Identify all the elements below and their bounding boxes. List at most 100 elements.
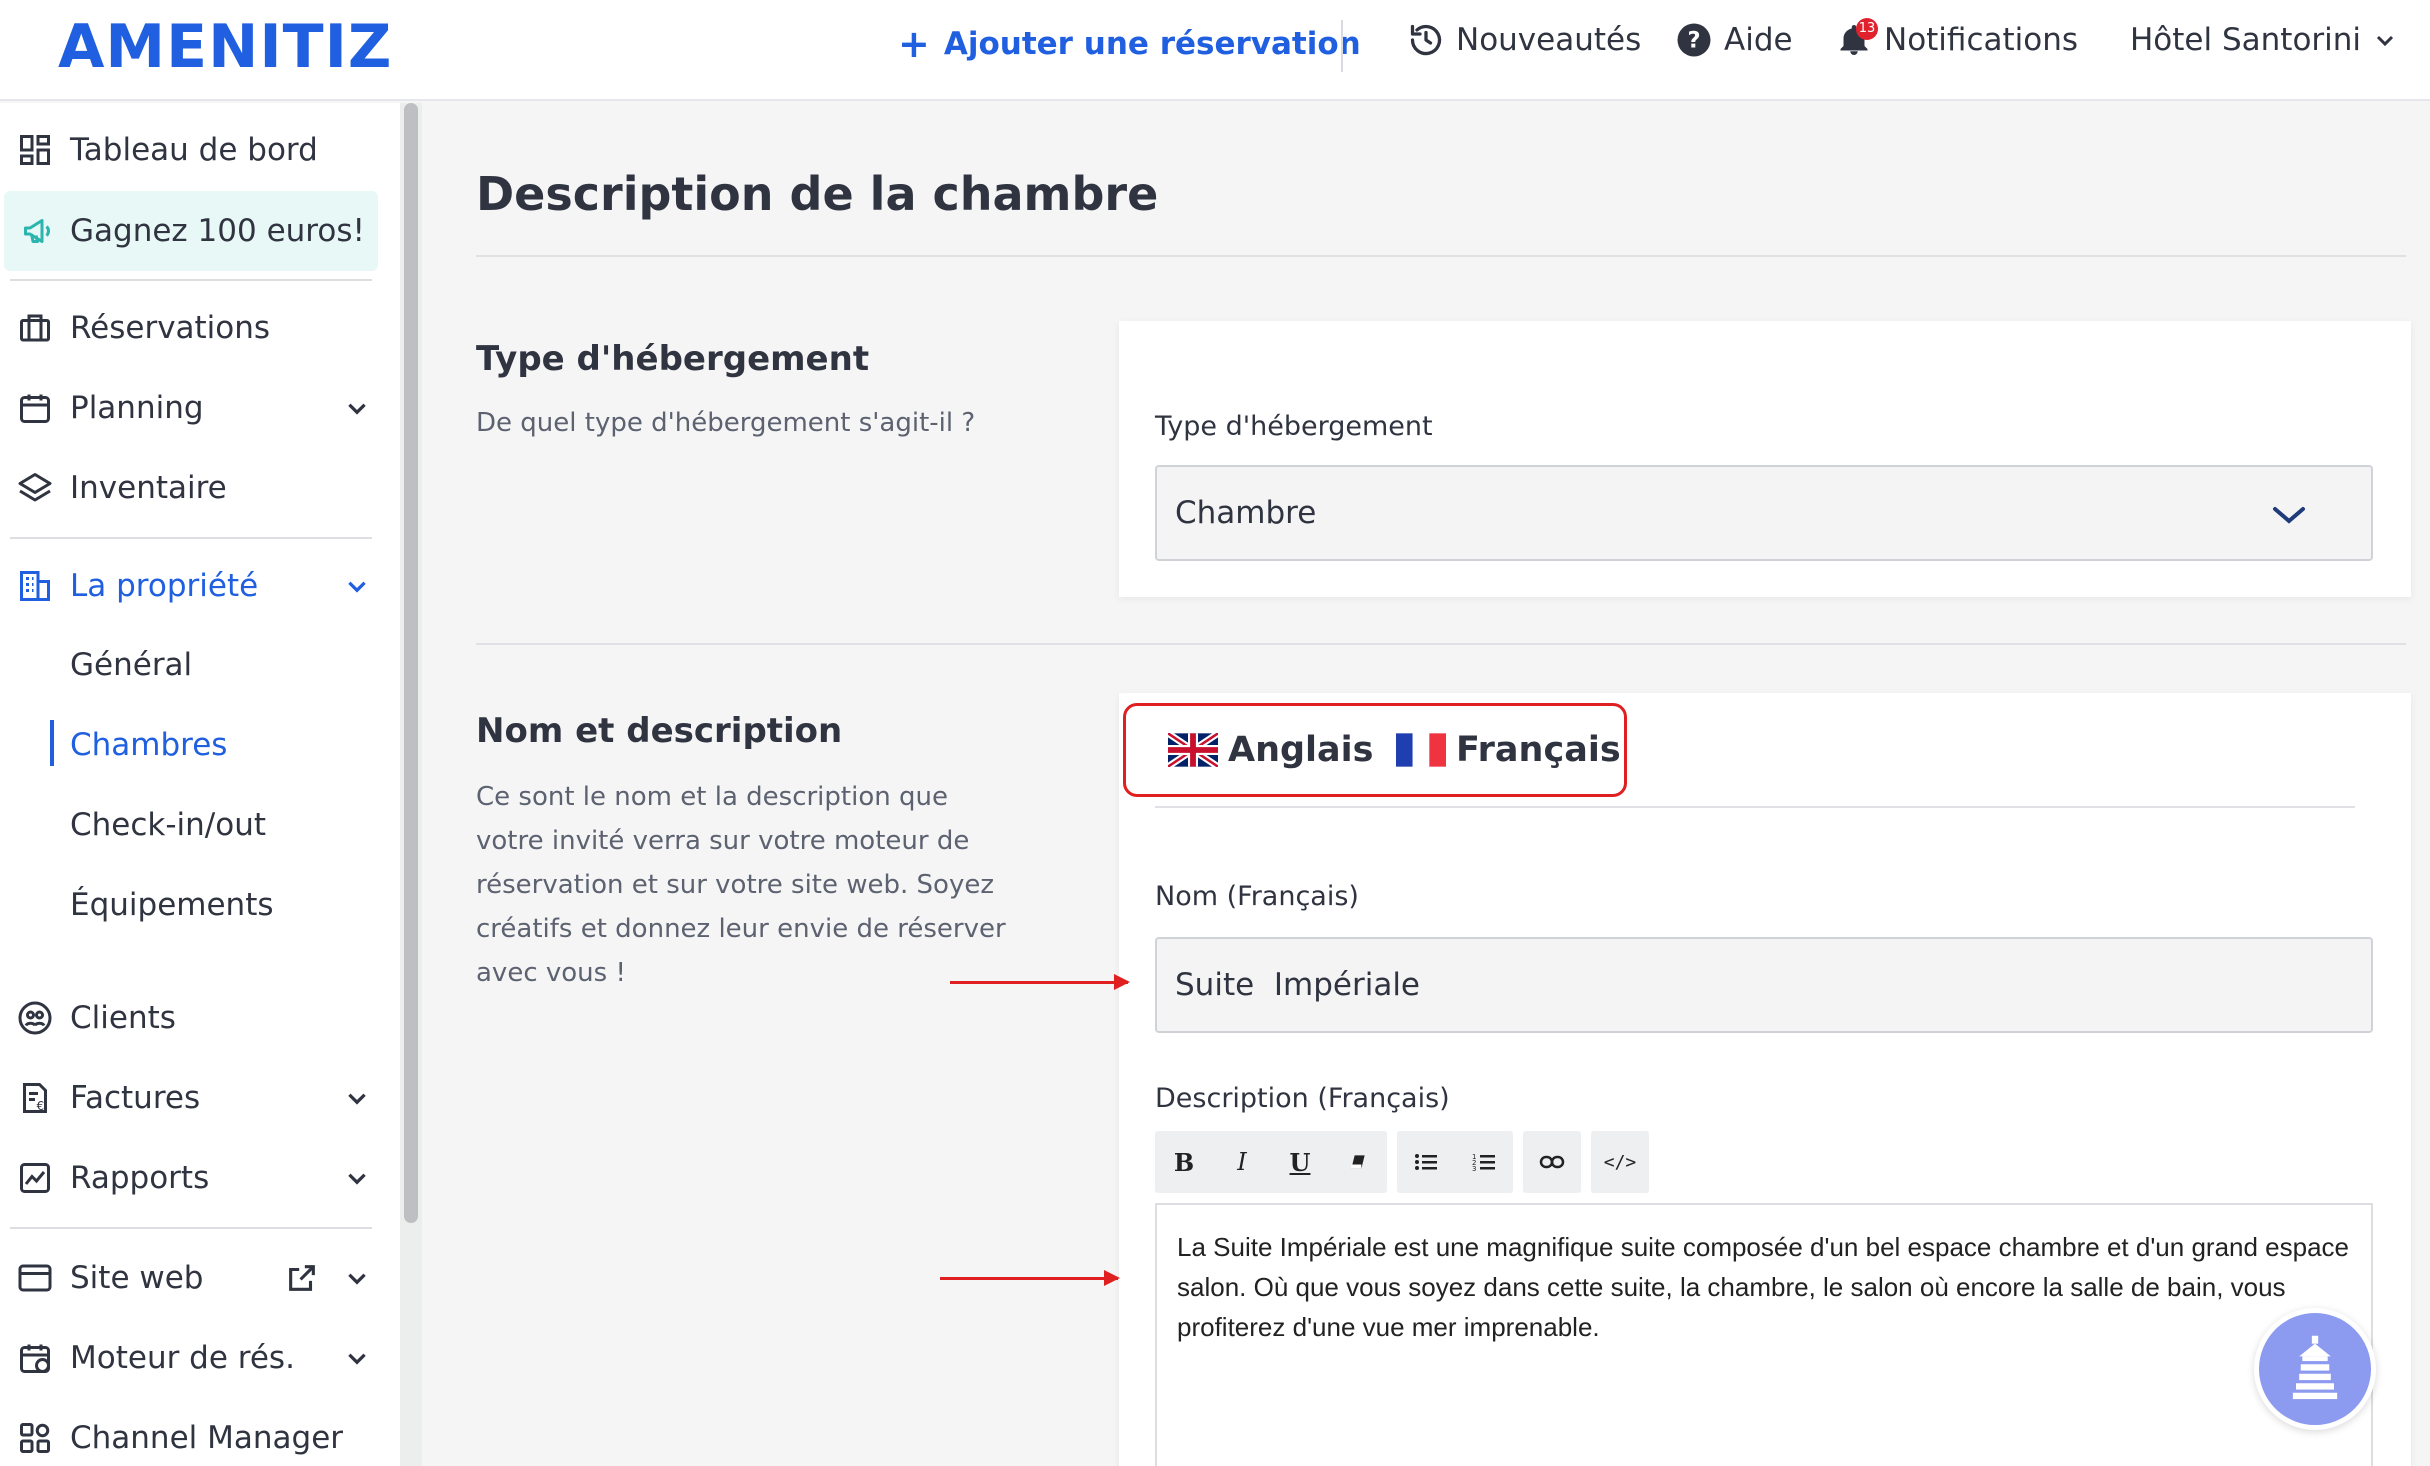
description-text: La Suite Impériale est une magnifique su… (1177, 1232, 2350, 1342)
sidebar-label-dashboard: Tableau de bord (70, 132, 318, 168)
underline-button[interactable]: U (1271, 1131, 1329, 1193)
numbered-list-icon: 123 (1472, 1153, 1495, 1172)
type-field-label: Type d'hébergement (1155, 411, 1433, 442)
chevron-down-icon (348, 1093, 366, 1105)
active-indicator (50, 720, 54, 766)
bold-button[interactable]: B (1155, 1131, 1213, 1193)
sidebar-label-channel-manager: Channel Manager (70, 1420, 344, 1456)
chevron-down-icon (2376, 35, 2394, 47)
sidebar-divider (10, 279, 372, 281)
header-divider (1341, 20, 1343, 72)
hotel-selector[interactable]: Hôtel Santorini (2130, 22, 2397, 58)
sidebar-item-invoices[interactable]: € Factures (0, 1061, 380, 1135)
code-group: </> (1591, 1131, 1649, 1193)
help-icon: ? (1677, 23, 1711, 57)
megaphone-icon (20, 212, 58, 250)
annotation-arrow-name (950, 974, 1130, 990)
sidebar-label-promo: Gagnez 100 euros! (70, 213, 365, 249)
history-icon (1410, 24, 1442, 56)
sidebar-item-dashboard[interactable]: Tableau de bord (0, 113, 380, 187)
eraser-icon (1351, 1155, 1365, 1169)
sidebar-item-reports[interactable]: Rapports (0, 1141, 380, 1215)
sidebar-item-booking-engine[interactable]: Moteur de rés. (0, 1321, 380, 1395)
sidebar-label-reservations: Réservations (70, 310, 271, 346)
sidebar-label-website: Site web (70, 1260, 204, 1296)
sidebar-subitem-checkin[interactable]: Check-in/out (70, 807, 266, 843)
tab-french[interactable]: Français (1396, 730, 1621, 770)
france-flag-icon (1396, 733, 1446, 767)
add-reservation-button[interactable]: + Ajouter une réservation (898, 22, 1361, 66)
bell-wrapper: 13 (1836, 18, 1878, 58)
layers-icon (16, 469, 54, 507)
sidebar-label-planning: Planning (70, 390, 204, 426)
sidebar-item-planning[interactable]: Planning (0, 371, 380, 445)
sidebar-subitem-equipment[interactable]: Équipements (70, 887, 274, 923)
chart-icon (16, 1159, 54, 1197)
sidebar-item-reservations[interactable]: Réservations (0, 291, 380, 365)
editor-toolbar: B I U 123 </> (1155, 1131, 1649, 1193)
external-link-icon (289, 1265, 315, 1291)
tab-english-label: Anglais (1228, 730, 1374, 770)
tab-english[interactable]: Anglais (1168, 730, 1374, 770)
notification-count-badge: 13 (1856, 18, 1878, 40)
plus-icon: + (898, 22, 930, 66)
dashboard-icon (16, 131, 54, 169)
amenitiz-logo[interactable]: AMENITIZ (58, 12, 392, 82)
accommodation-type-value: Chambre (1175, 495, 1317, 531)
svg-text:?: ? (1687, 28, 1700, 54)
room-name-value: Suite Impériale (1175, 967, 1421, 1003)
sidebar-subitem-rooms[interactable]: Chambres (70, 727, 227, 763)
name-card: Anglais Français Nom (Français) Suite Im… (1119, 693, 2411, 1466)
chevron-down-icon (348, 581, 366, 593)
numbered-list-button[interactable]: 123 (1455, 1131, 1513, 1193)
name-section-description: Ce sont le nom et la description que vot… (476, 782, 1006, 988)
room-name-input[interactable]: Suite Impériale (1155, 937, 2373, 1033)
sidebar-item-channel-manager[interactable]: Channel Manager (0, 1401, 380, 1466)
sidebar-label-invoices: Factures (70, 1080, 201, 1116)
link-icon (1539, 1155, 1565, 1169)
tabs-underline (1155, 806, 2355, 808)
sidebar-item-clients[interactable]: Clients (0, 981, 380, 1055)
sidebar-item-website[interactable]: Site web (0, 1241, 380, 1315)
sidebar-divider (10, 1227, 372, 1229)
italic-button[interactable]: I (1213, 1131, 1271, 1193)
sidebar-item-inventory[interactable]: Inventaire (0, 451, 380, 525)
invoice-icon: € (16, 1079, 54, 1117)
sidebar-label-inventory: Inventaire (70, 470, 227, 506)
accommodation-type-select[interactable]: Chambre (1155, 465, 2373, 561)
format-group: B I U (1155, 1131, 1387, 1193)
clear-format-button[interactable] (1329, 1131, 1387, 1193)
main-content: Description de la chambre Type d'héberge… (422, 103, 2430, 1466)
code-view-button[interactable]: </> (1591, 1131, 1649, 1193)
uk-flag-icon (1168, 733, 1218, 767)
sidebar-item-promo[interactable]: Gagnez 100 euros! (4, 191, 378, 271)
description-editor[interactable]: La Suite Impériale est une magnifique su… (1155, 1203, 2373, 1466)
calendar-check-icon (16, 1339, 54, 1377)
tab-french-label: Français (1456, 730, 1621, 770)
help-button[interactable]: ? Aide (1676, 22, 1793, 58)
name-section-title: Nom et description (476, 711, 843, 751)
scrollbar-thumb[interactable] (404, 103, 418, 1223)
notifications-button[interactable]: 13 Notifications (1836, 18, 2078, 58)
news-button[interactable]: Nouveautés (1408, 22, 1641, 58)
type-card: Type d'hébergement Chambre (1119, 321, 2411, 597)
sidebar-item-property[interactable]: La propriété (0, 549, 380, 623)
link-group (1523, 1131, 1581, 1193)
sidebar-label-property: La propriété (70, 568, 259, 604)
chevron-down-icon (348, 403, 366, 415)
type-section-description: De quel type d'hébergement s'agit-il ? (476, 408, 976, 438)
link-button[interactable] (1523, 1131, 1581, 1193)
sidebar-subitem-general[interactable]: Général (70, 647, 192, 683)
hotel-name: Hôtel Santorini (2130, 22, 2362, 58)
briefcase-icon (16, 309, 54, 347)
description-field-label: Description (Français) (1155, 1083, 1450, 1114)
sidebar-label-clients: Clients (70, 1000, 176, 1036)
sidebar-divider (10, 537, 372, 539)
bullet-list-button[interactable] (1397, 1131, 1455, 1193)
chat-widget-button[interactable] (2254, 1308, 2376, 1430)
list-group: 123 (1397, 1131, 1513, 1193)
svg-text:3: 3 (1472, 1165, 1476, 1172)
calendar-icon (16, 389, 54, 427)
add-reservation-label: Ajouter une réservation (943, 26, 1361, 62)
sidebar-scrollbar[interactable] (400, 103, 422, 1466)
